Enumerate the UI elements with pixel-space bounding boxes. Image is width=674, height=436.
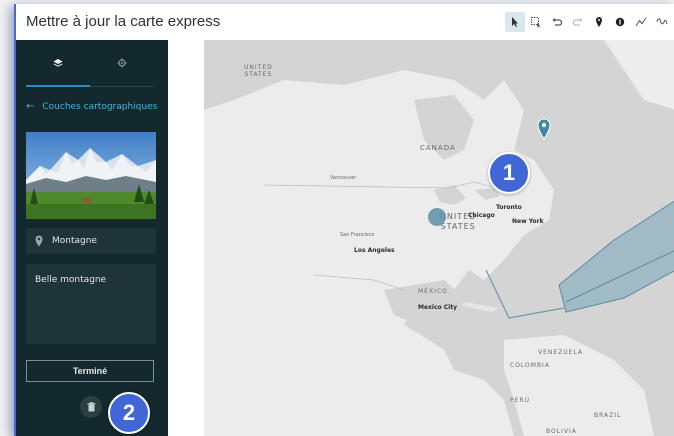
panel-tabs [26,40,154,87]
feature-name-field[interactable]: Montagne [26,228,156,254]
map-point-marker[interactable] [428,208,446,226]
tab-layers[interactable] [26,40,90,87]
back-to-layers-link[interactable]: ← Couches cartographiques [26,101,157,112]
label-mexico-city: Mexico City [418,304,457,311]
side-panel: ← Couches cartographiques Montagne Belle… [16,40,168,436]
feature-description-field[interactable]: Belle montagne [26,264,156,344]
app-window: Mettre à jour la carte express ← Couches… [14,4,674,436]
pin-tool-button[interactable] [589,12,609,32]
select-box-icon [531,17,541,28]
tab-settings[interactable] [90,40,154,86]
pin-icon [35,235,43,247]
pin-icon [596,17,602,27]
settings-icon [117,58,127,68]
map-gutter [168,40,204,436]
undo-icon [552,18,563,26]
basemap [204,40,674,436]
freehand-icon [656,18,668,25]
redo-icon [572,18,583,26]
label-colombia: COLOMBIA [510,362,550,369]
freehand-tool-button[interactable] [652,12,672,32]
label-venezuela: VENEZUELA [538,349,584,356]
pointer-tool-button[interactable] [505,12,525,32]
dot-icon [615,17,625,27]
line-tool-button[interactable] [631,12,651,32]
callout-badge-2: 2 [108,392,150,434]
map-view[interactable]: UNITED STATES CANADA Vancouver Toronto C… [204,40,674,436]
label-canada: CANADA [420,144,456,152]
trash-icon [87,402,95,412]
drawing-toolbar [504,12,672,32]
label-toronto: Toronto [496,204,522,211]
label-vancouver: Vancouver [330,175,357,181]
label-brazil: BRAZIL [594,412,622,419]
map-pin-marker[interactable] [537,118,551,140]
undo-button[interactable] [547,12,567,32]
select-box-tool-button[interactable] [526,12,546,32]
page-title: Mettre à jour la carte express [26,13,221,30]
feature-photo [26,132,156,219]
redo-button[interactable] [568,12,588,32]
pointer-icon [512,17,518,27]
dot-tool-button[interactable] [610,12,630,32]
delete-button[interactable] [80,396,102,418]
arrow-left-icon: ← [26,101,35,112]
callout-badge-1: 1 [488,152,530,194]
label-peru: PERÚ [510,397,530,404]
layers-icon [53,59,63,67]
label-los-angeles: Los Angeles [354,247,395,254]
line-icon [635,17,647,27]
label-new-york: New York [512,218,544,225]
back-link-label: Couches cartographiques [42,101,158,112]
header: Mettre à jour la carte express [16,4,674,41]
label-bolivia: BOLIVIA [546,428,577,435]
label-san-francisco: San Francisco [340,232,375,238]
feature-name-value: Montagne [52,236,97,246]
done-button[interactable]: Terminé [26,360,154,382]
feature-description-value: Belle montagne [35,275,107,285]
label-united-states-top: UNITED STATES [244,64,273,78]
label-mexico: MÉXICO [418,288,448,295]
